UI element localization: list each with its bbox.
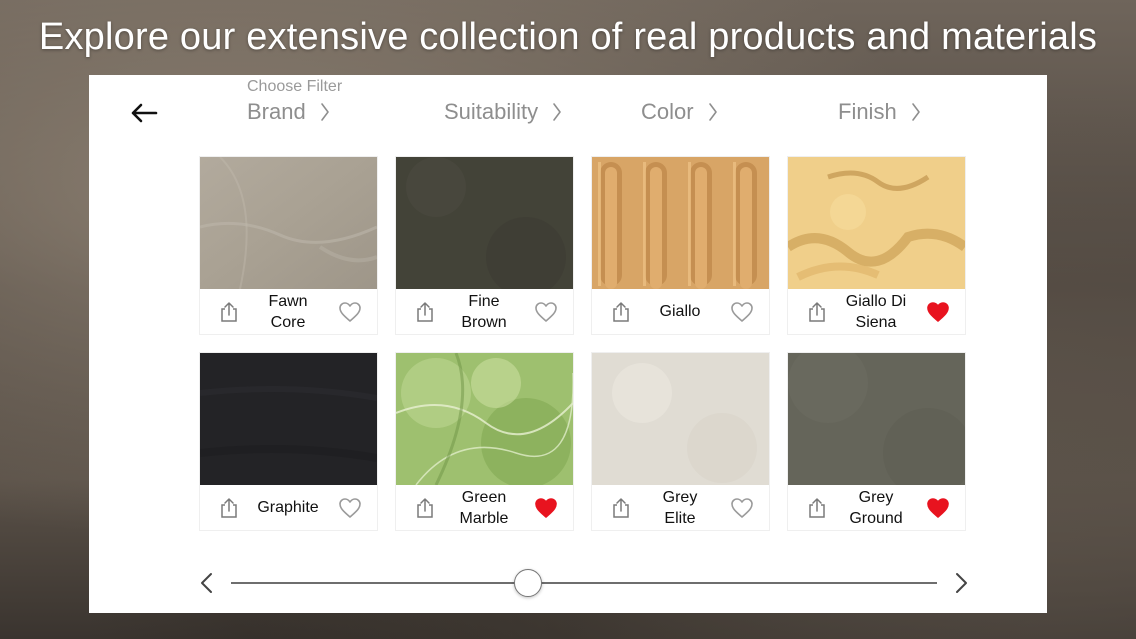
page-slider bbox=[89, 565, 1047, 601]
filter-finish[interactable]: Finish bbox=[838, 97, 921, 127]
share-icon[interactable] bbox=[610, 301, 632, 323]
product-swatch-image[interactable] bbox=[592, 157, 769, 289]
product-card-footer: Fawn Core bbox=[200, 289, 377, 334]
share-icon[interactable] bbox=[218, 497, 240, 519]
page-headline: Explore our extensive collection of real… bbox=[38, 16, 1098, 58]
product-swatch-image[interactable] bbox=[788, 157, 965, 289]
chevron-right-icon bbox=[911, 102, 921, 122]
product-card-footer: Grey Elite bbox=[592, 485, 769, 530]
share-icon[interactable] bbox=[806, 301, 828, 323]
heart-filled-icon[interactable] bbox=[534, 497, 558, 519]
slider-thumb[interactable] bbox=[513, 569, 542, 597]
product-swatch-image[interactable] bbox=[592, 353, 769, 485]
share-icon[interactable] bbox=[610, 497, 632, 519]
chevron-left-icon bbox=[201, 573, 212, 593]
product-name-line: Green bbox=[461, 488, 507, 506]
chevron-right-icon bbox=[320, 102, 330, 122]
product-name-line: Core bbox=[270, 313, 306, 331]
filter-label: Finish bbox=[838, 99, 897, 124]
product-name: Graphite bbox=[244, 485, 332, 530]
product-name-line: Grey bbox=[662, 488, 698, 506]
arrow-left-icon bbox=[131, 103, 158, 123]
product-name-line: Giallo bbox=[659, 303, 701, 320]
heart-icon[interactable] bbox=[534, 301, 558, 323]
product-card[interactable]: Green Marble bbox=[396, 353, 573, 530]
product-card[interactable]: Giallo bbox=[592, 157, 769, 334]
next-page-button[interactable] bbox=[949, 571, 973, 595]
product-card-footer: Giallo bbox=[592, 289, 769, 334]
product-name-line: Giallo Di bbox=[845, 292, 907, 310]
heart-icon[interactable] bbox=[730, 301, 754, 323]
product-name: Grey Ground bbox=[832, 485, 920, 530]
heart-filled-icon[interactable] bbox=[926, 497, 950, 519]
heart-icon[interactable] bbox=[338, 301, 362, 323]
product-card[interactable]: Grey Ground bbox=[788, 353, 965, 530]
product-name: Giallo bbox=[636, 289, 724, 334]
product-swatch-image[interactable] bbox=[788, 353, 965, 485]
product-name-line: Siena bbox=[855, 313, 897, 331]
chevron-right-icon bbox=[552, 102, 562, 122]
product-name: Green Marble bbox=[440, 485, 528, 530]
slider-track[interactable] bbox=[231, 582, 937, 584]
filter-label: Brand bbox=[247, 99, 306, 124]
product-name-line: Marble bbox=[459, 509, 509, 527]
product-name-line: Ground bbox=[849, 509, 903, 527]
share-icon[interactable] bbox=[414, 497, 436, 519]
choose-filter-caption: Choose Filter bbox=[247, 78, 343, 95]
product-card[interactable]: Graphite bbox=[200, 353, 377, 530]
filter-color[interactable]: Color bbox=[641, 97, 718, 127]
product-swatch-image[interactable] bbox=[200, 157, 377, 289]
filter-label: Suitability bbox=[444, 99, 539, 124]
share-icon[interactable] bbox=[414, 301, 436, 323]
product-card-footer: Giallo Di Siena bbox=[788, 289, 965, 334]
share-icon[interactable] bbox=[806, 497, 828, 519]
product-panel: Choose Filter Brand Suitability Color Fi… bbox=[89, 75, 1047, 613]
product-name-line: Elite bbox=[664, 509, 696, 527]
product-swatch-image[interactable] bbox=[200, 353, 377, 485]
share-icon[interactable] bbox=[218, 301, 240, 323]
product-name: Fawn Core bbox=[244, 289, 332, 334]
back-button[interactable] bbox=[127, 99, 161, 127]
product-name-line: Brown bbox=[461, 313, 507, 331]
product-name-line: Fawn bbox=[268, 292, 308, 310]
product-card[interactable]: Fine Brown bbox=[396, 157, 573, 334]
product-swatch-image[interactable] bbox=[396, 157, 573, 289]
heart-icon[interactable] bbox=[338, 497, 362, 519]
product-card-footer: Graphite bbox=[200, 485, 377, 530]
chevron-right-icon bbox=[708, 102, 718, 122]
product-card[interactable]: Giallo Di Siena bbox=[788, 157, 965, 334]
product-swatch-image[interactable] bbox=[396, 353, 573, 485]
heart-filled-icon[interactable] bbox=[926, 301, 950, 323]
filter-suitability[interactable]: Suitability bbox=[444, 97, 562, 127]
product-card[interactable]: Fawn Core bbox=[200, 157, 377, 334]
product-name: Grey Elite bbox=[636, 485, 724, 530]
product-name-line: Grey bbox=[858, 488, 894, 506]
product-name: Fine Brown bbox=[440, 289, 528, 334]
filter-brand[interactable]: Brand bbox=[247, 97, 330, 127]
product-name-line: Graphite bbox=[257, 499, 319, 516]
product-card-footer: Fine Brown bbox=[396, 289, 573, 334]
previous-page-button[interactable] bbox=[195, 571, 219, 595]
heart-icon[interactable] bbox=[730, 497, 754, 519]
filter-label: Color bbox=[641, 99, 694, 124]
product-card[interactable]: Grey Elite bbox=[592, 353, 769, 530]
product-card-footer: Grey Ground bbox=[788, 485, 965, 530]
product-card-footer: Green Marble bbox=[396, 485, 573, 530]
chevron-right-icon bbox=[956, 573, 967, 593]
product-name: Giallo Di Siena bbox=[832, 289, 920, 334]
product-name-line: Fine bbox=[468, 292, 500, 310]
